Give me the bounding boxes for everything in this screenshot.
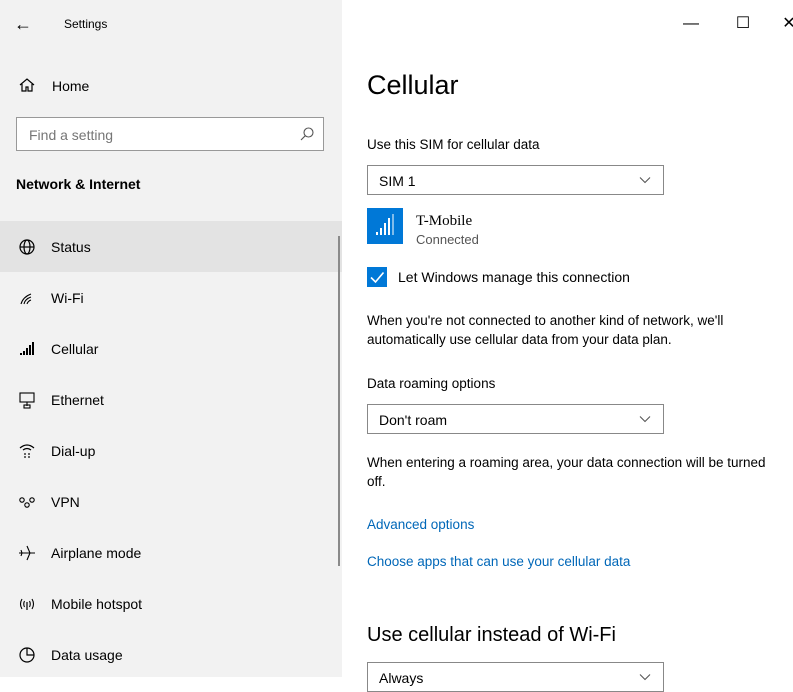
sidebar-item-cellular[interactable]: Cellular xyxy=(0,323,342,374)
sidebar-item-label: Dial-up xyxy=(51,443,96,459)
dialup-icon xyxy=(19,444,35,458)
sim-select-value: SIM 1 xyxy=(379,173,416,189)
sidebar-scrollbar[interactable] xyxy=(338,236,340,566)
home-label: Home xyxy=(52,78,90,94)
vpn-icon xyxy=(19,497,35,508)
search-icon xyxy=(300,127,314,141)
sidebar-item-wifi[interactable]: Wi-Fi xyxy=(0,272,342,323)
ethernet-icon xyxy=(19,392,35,409)
wifi-icon xyxy=(20,293,32,305)
data-usage-icon xyxy=(19,647,35,663)
back-button[interactable]: ← xyxy=(14,12,38,36)
sidebar-item-label: Wi-Fi xyxy=(51,290,84,306)
sidebar-item-label: Data usage xyxy=(51,647,123,663)
maximize-button[interactable]: ☐ xyxy=(728,12,758,36)
chevron-down-icon xyxy=(639,177,651,184)
airplane-icon xyxy=(19,545,35,561)
sidebar-item-label: Airplane mode xyxy=(51,545,142,561)
network-tile xyxy=(367,208,403,244)
sidebar-item-label: Mobile hotspot xyxy=(51,596,143,612)
sidebar-item-mobile-hotspot[interactable]: Mobile hotspot xyxy=(0,578,342,629)
network-status: Connected xyxy=(416,232,479,247)
chevron-down-icon xyxy=(639,674,651,681)
section-title: Network & Internet xyxy=(16,176,141,192)
sidebar-item-data-usage[interactable]: Data usage xyxy=(0,629,342,680)
sim-label: Use this SIM for cellular data xyxy=(367,137,540,152)
sim-select[interactable]: SIM 1 xyxy=(367,165,664,195)
roaming-label: Data roaming options xyxy=(367,376,496,391)
search-input[interactable]: Find a setting xyxy=(16,117,324,151)
sidebar-item-label: Cellular xyxy=(51,341,99,357)
minimize-button[interactable]: — xyxy=(676,12,706,36)
choose-apps-link[interactable]: Choose apps that can use your cellular d… xyxy=(367,554,630,569)
search-placeholder: Find a setting xyxy=(29,127,114,143)
manage-description: When you're not connected to another kin… xyxy=(367,313,724,347)
wifi-section-heading: Use cellular instead of Wi-Fi xyxy=(367,624,616,646)
page-title: Cellular xyxy=(367,70,459,100)
check-icon xyxy=(370,271,385,284)
roaming-description: When entering a roaming area, your data … xyxy=(367,455,766,489)
advanced-options-link[interactable]: Advanced options xyxy=(367,517,474,532)
sidebar-item-ethernet[interactable]: Ethernet xyxy=(0,374,342,425)
manage-connection-label: Let Windows manage this connection xyxy=(398,269,630,285)
hotspot-icon xyxy=(19,598,35,610)
roaming-select-value: Don't roam xyxy=(379,412,448,428)
network-name: T-Mobile xyxy=(416,213,473,229)
sidebar-item-status[interactable]: Status xyxy=(0,221,342,272)
close-button[interactable]: ✕ xyxy=(774,12,793,36)
home-nav-item[interactable]: Home xyxy=(0,68,342,104)
sidebar-item-label: Status xyxy=(51,239,91,255)
main-content: — ☐ ✕ Cellular Use this SIM for cellular… xyxy=(342,0,793,692)
roaming-select[interactable]: Don't roam xyxy=(367,404,664,434)
cellular-instead-value: Always xyxy=(379,670,424,686)
sidebar-item-label: Ethernet xyxy=(51,392,104,408)
cellular-instead-select[interactable]: Always xyxy=(367,662,664,692)
app-title: Settings xyxy=(64,17,108,31)
sidebar-item-label: VPN xyxy=(51,494,80,510)
globe-icon xyxy=(19,239,35,255)
cellular-icon xyxy=(20,342,34,355)
sidebar: ← Settings Home Find a setting Network &… xyxy=(0,0,342,677)
sidebar-item-dialup[interactable]: Dial-up xyxy=(0,425,342,476)
sidebar-item-airplane-mode[interactable]: Airplane mode xyxy=(0,527,342,578)
cellular-signal-icon xyxy=(376,214,394,235)
home-icon xyxy=(19,78,35,92)
manage-connection-checkbox[interactable] xyxy=(367,267,387,287)
chevron-down-icon xyxy=(639,416,651,423)
sidebar-item-vpn[interactable]: VPN xyxy=(0,476,342,527)
